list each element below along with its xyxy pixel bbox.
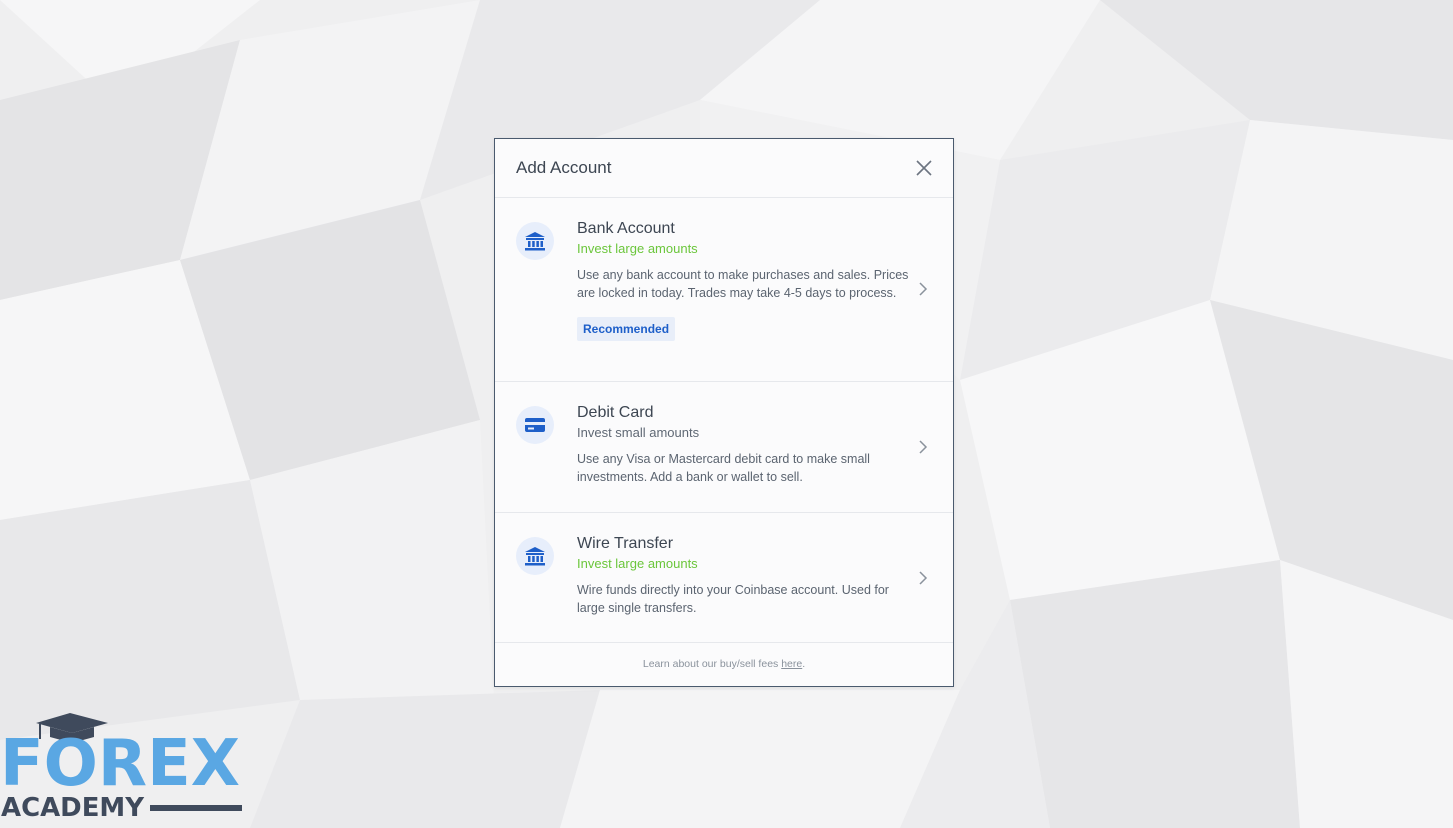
option-subtitle: Invest large amounts xyxy=(577,556,698,571)
option-bank-account[interactable]: Bank Account Invest large amounts Use an… xyxy=(495,198,953,382)
fees-suffix: . xyxy=(802,658,806,670)
option-description: Use any Visa or Mastercard debit card to… xyxy=(577,452,870,484)
bank-icon xyxy=(516,222,554,260)
option-subtitle: Invest large amounts xyxy=(577,241,698,256)
chevron-right-icon xyxy=(919,571,928,585)
recommended-badge: Recommended xyxy=(577,317,676,341)
option-title: Wire Transfer xyxy=(577,535,674,552)
add-account-modal: Add Account Bank Account Invest large am… xyxy=(494,138,954,687)
option-debit-card[interactable]: Debit Card Invest small amounts Use any … xyxy=(495,382,953,513)
fees-text: Learn about our buy/sell fees xyxy=(642,658,782,670)
bank-icon xyxy=(516,537,554,575)
option-title: Bank Account xyxy=(577,220,675,237)
forex-academy-logo: FOREX ACADEMY xyxy=(0,713,242,823)
modal-title: Add Account xyxy=(516,158,612,177)
modal-header: Add Account xyxy=(495,139,953,198)
option-subtitle: Invest small amounts xyxy=(577,425,700,440)
chevron-right-icon xyxy=(919,440,928,454)
option-description: Wire funds directly into your Coinbase a… xyxy=(577,583,889,615)
fees-link[interactable]: here xyxy=(781,658,802,670)
modal-footer: Learn about our buy/sell fees here. xyxy=(495,642,953,686)
logo-line1: FOREX xyxy=(0,727,240,801)
option-title: Debit Card xyxy=(577,404,654,421)
close-icon[interactable] xyxy=(913,157,935,179)
credit-card-icon xyxy=(516,406,554,444)
logo-line2: ACADEMY xyxy=(1,793,145,823)
option-description: Use any bank account to make purchases a… xyxy=(577,268,909,300)
option-wire-transfer[interactable]: Wire Transfer Invest large amounts Wire … xyxy=(495,513,953,643)
chevron-right-icon xyxy=(919,282,928,296)
